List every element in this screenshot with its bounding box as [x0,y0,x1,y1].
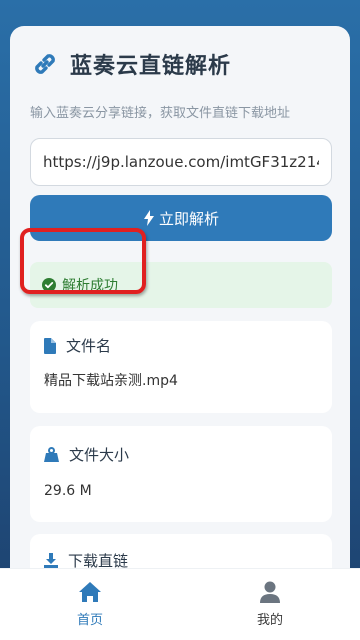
header: 蓝奏云直链解析 [30,48,231,80]
file-icon [44,337,56,354]
nav-me-label: 我的 [256,613,283,628]
parse-button-label: 立即解析 [158,209,219,228]
file-size-card: 文件大小 29.6 M [30,426,332,522]
weight-icon [44,447,59,462]
page-title: 蓝奏云直链解析 [70,54,232,79]
url-input[interactable] [30,138,332,186]
file-name-value: 精品下载站亲测.mp4 [44,373,178,389]
link-icon [35,54,55,74]
main-card: 蓝奏云直链解析 输入蓝奏云分享链接，获取文件直链下载地址 立即解析 解析成功 文… [10,26,350,586]
file-name-label: 文件名 [66,337,112,355]
page-subtitle: 输入蓝奏云分享链接，获取文件直链下载地址 [30,106,291,121]
nav-home[interactable]: 首页 [0,569,180,640]
bottom-nav: 首页 我的 [0,568,360,640]
file-size-label: 文件大小 [69,446,130,464]
home-icon [79,582,101,602]
file-name-card: 文件名 精品下载站亲测.mp4 [30,321,332,413]
highlight-box [20,228,146,294]
download-icon [44,552,58,569]
nav-me[interactable]: 我的 [180,569,360,640]
user-icon [260,581,280,603]
bolt-icon [143,210,154,226]
nav-home-label: 首页 [76,613,103,628]
file-size-value: 29.6 M [44,483,92,499]
